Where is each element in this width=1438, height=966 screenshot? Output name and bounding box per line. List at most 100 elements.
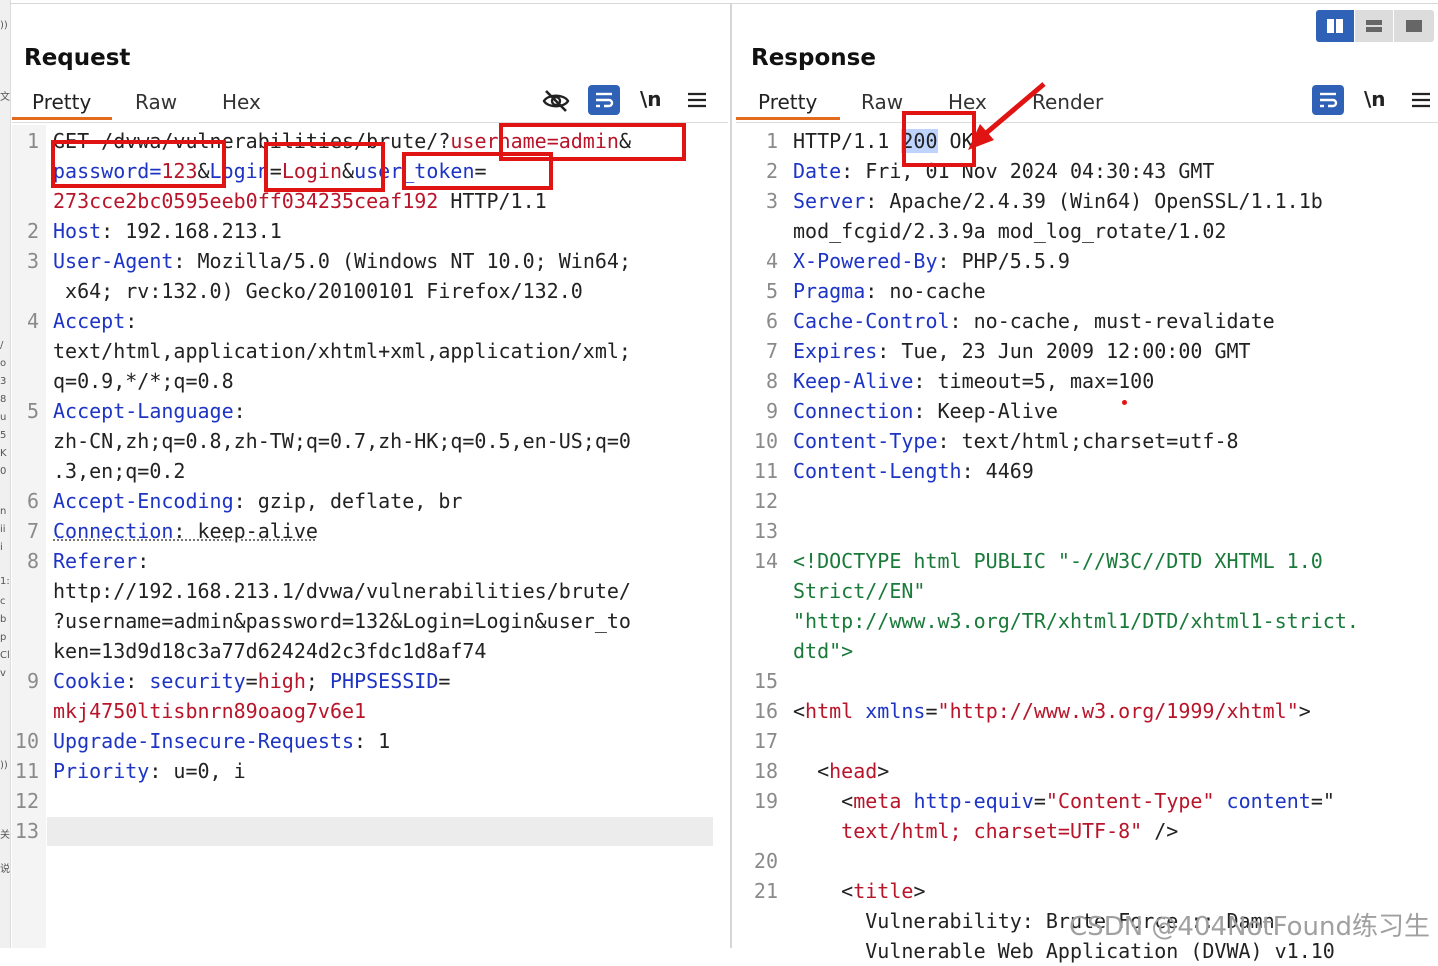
strip-char: p [0, 632, 7, 643]
strip-char: 3 [0, 376, 7, 387]
watermark: CSDN @404NotFound练习生 [1069, 912, 1430, 942]
code-line: <head> [793, 759, 890, 783]
eye-slash-icon[interactable] [541, 86, 571, 116]
code-line: <html xmlns="http://www.w3.org/1999/xhtm… [793, 699, 1311, 723]
code-line: Strict//EN" [793, 579, 926, 603]
line-number: 9 [26, 669, 39, 693]
strip-char: i [0, 542, 3, 553]
code-line: text/html,application/xhtml+xml,applicat… [53, 339, 631, 363]
code-line: Accept: [53, 309, 138, 333]
line-number: 5 [26, 399, 39, 423]
strip-char: K [0, 448, 7, 459]
annotation-box-login [264, 142, 385, 192]
line-number: 2 [26, 219, 39, 243]
newline-icon[interactable]: \n [640, 87, 662, 111]
line-number: 21 [753, 879, 778, 903]
line-number: 4 [765, 249, 778, 273]
code-line: q=0.9,*/*;q=0.8 [53, 369, 234, 393]
line-number: 20 [753, 849, 778, 873]
code-line: ken=13d9d18c3a77d62424d2c3fdc1d8af74 [53, 639, 487, 663]
strip-char: 1: [0, 576, 10, 587]
tab-response-raw[interactable]: Raw [861, 90, 903, 114]
code-line: Accept-Language: [53, 399, 246, 423]
line-number: 6 [26, 489, 39, 513]
code-line: Cookie: security=high; PHPSESSID= [53, 669, 451, 693]
line-number: 14 [753, 549, 778, 573]
annotation-arrow-icon [968, 82, 1046, 150]
line-number: 12 [753, 489, 778, 513]
code-line: <title> [793, 879, 926, 903]
line-number: 1 [765, 129, 778, 153]
code-line: Keep-Alive: timeout=5, max=100 [793, 369, 1155, 393]
line-number: 16 [753, 699, 778, 723]
line-number: 4 [26, 309, 39, 333]
code-line: Cache-Control: no-cache, must-revalidate [793, 309, 1275, 333]
line-number: 10 [14, 729, 39, 753]
line-number: 3 [765, 189, 778, 213]
menu-icon[interactable] [1409, 88, 1433, 112]
code-line: X-Powered-By: PHP/5.5.9 [793, 249, 1070, 273]
wrap-lines-icon[interactable] [588, 85, 620, 115]
line-number: 18 [753, 759, 778, 783]
code-line: mod_fcgid/2.3.9a mod_log_rotate/1.02 [793, 219, 1227, 243]
newline-icon[interactable]: \n [1364, 87, 1386, 111]
tab-response-pretty[interactable]: Pretty [758, 90, 817, 114]
strip-char: 说 [0, 864, 10, 875]
code-line: Content-Type: text/html;charset=utf-8 [793, 429, 1239, 453]
code-line: <!DOCTYPE html PUBLIC "-//W3C//DTD XHTML… [793, 549, 1323, 573]
code-line: Upgrade-Insecure-Requests: 1 [53, 729, 391, 753]
line-number: 19 [753, 789, 778, 813]
annotation-box-user-token [402, 152, 553, 190]
line-number: 2 [765, 159, 778, 183]
strip-char: / [0, 340, 4, 351]
code-line: Accept-Encoding: gzip, deflate, br [53, 489, 463, 513]
code-line: .3,en;q=0.2 [53, 459, 186, 483]
line-number: 8 [765, 369, 778, 393]
strip-char: 5 [0, 430, 7, 441]
strip-char: o [0, 358, 7, 369]
line-number: 1 [26, 129, 39, 153]
annotation-box-password [51, 140, 226, 188]
line-number: 7 [26, 519, 39, 543]
code-line: Connection: Keep-Alive [793, 399, 1058, 423]
code-line: Referer: [53, 549, 150, 573]
tab-request-hex[interactable]: Hex [222, 90, 261, 114]
code-line: mkj4750ltisbnrn89oaog7v6e1 [53, 699, 367, 723]
split-rows-icon[interactable] [1355, 10, 1393, 42]
line-number: 9 [765, 399, 778, 423]
menu-icon[interactable] [685, 88, 709, 112]
single-pane-icon[interactable] [1394, 10, 1434, 42]
cursor-dot [1122, 400, 1127, 405]
tabs-separator [736, 122, 1438, 123]
code-line: ?username=admin&password=132&Login=Login… [53, 609, 631, 633]
strip-char: c [0, 596, 6, 607]
code-line: Server: Apache/2.4.39 (Win64) OpenSSL/1.… [793, 189, 1323, 213]
code-line: Host: 192.168.213.1 [53, 219, 282, 243]
active-tab-indicator [736, 117, 840, 120]
strip-char: 文 [0, 92, 10, 103]
pane-divider[interactable] [730, 3, 732, 948]
tab-request-raw[interactable]: Raw [135, 90, 177, 114]
request-title: Request [24, 45, 131, 71]
code-line: Content-Length: 4469 [793, 459, 1034, 483]
tab-request-pretty[interactable]: Pretty [32, 90, 91, 114]
line-number: 3 [26, 249, 39, 273]
code-line: Connection: keep-alive [53, 519, 318, 543]
line-number: 12 [14, 789, 39, 813]
strip-char: 0 [0, 466, 7, 477]
wrap-lines-icon[interactable] [1312, 85, 1344, 115]
code-line: Pragma: no-cache [793, 279, 986, 303]
code-line: User-Agent: Mozilla/5.0 (Windows NT 10.0… [53, 249, 631, 273]
code-line: Expires: Tue, 23 Jun 2009 12:00:00 GMT [793, 339, 1251, 363]
line-number: 17 [753, 729, 778, 753]
split-columns-icon[interactable] [1316, 10, 1354, 42]
line-number: 5 [765, 279, 778, 303]
code-line: dtd"> [793, 639, 854, 663]
line-number: 13 [14, 819, 39, 843]
line-number: 11 [14, 759, 39, 783]
strip-char: Cl [0, 650, 10, 661]
top-border [10, 3, 1438, 4]
code-line: "http://www.w3.org/TR/xhtml1/DTD/xhtml1-… [793, 609, 1359, 633]
code-line: x64; rv:132.0) Gecko/20100101 Firefox/13… [53, 279, 583, 303]
line-number: 11 [753, 459, 778, 483]
